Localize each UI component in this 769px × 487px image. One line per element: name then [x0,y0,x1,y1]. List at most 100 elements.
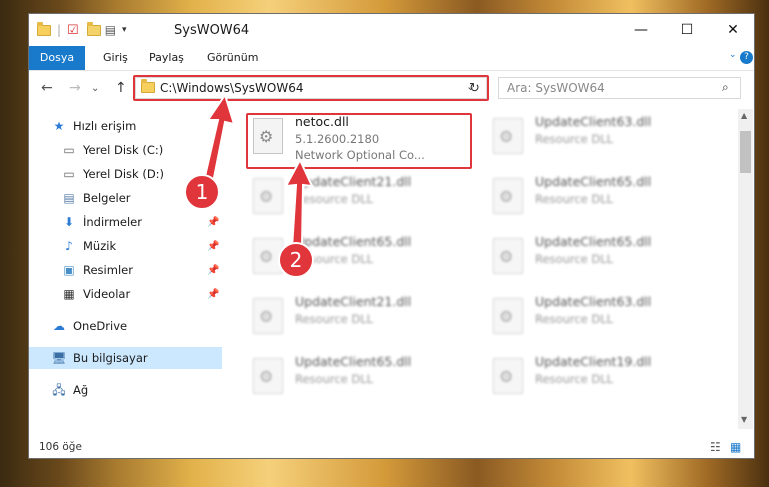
file-description: Resource DLL [535,252,614,266]
dll-file-icon [253,298,283,334]
nav-item-onedrive[interactable]: ☁ OneDrive [29,315,222,337]
ribbon-tabs: Dosya Giriş Paylaş Görünüm ⌄ ? [29,46,754,71]
tab-paylas[interactable]: Paylaş [139,46,194,70]
close-button[interactable]: ✕ [710,14,756,46]
tab-giris[interactable]: Giriş [93,46,138,70]
nav-item-videos[interactable]: ▦ Videolar 📌 [29,283,222,305]
help-icon[interactable]: ? [740,51,753,64]
explorer-window: | ☑ ▤ ▾ SysWOW64 — ☐ ✕ Dosya Giriş Payla… [28,13,755,459]
dll-file-icon [253,178,283,214]
dll-file-icon [493,118,523,154]
nav-item-pictures[interactable]: ▣ Resimler 📌 [29,259,222,281]
nav-item-label: Bu bilgisayar [73,351,148,365]
dll-file-icon [493,358,523,394]
file-description: Resource DLL [535,312,614,326]
search-input[interactable]: Ara: SysWOW64 ⌕ [498,77,741,99]
nav-item-downloads[interactable]: ⬇ İndirmeler 📌 [29,211,222,233]
folder-icon [37,21,51,36]
pin-icon[interactable]: 📌 [207,289,219,300]
file-description: Resource DLL [535,132,614,146]
scroll-up-icon[interactable]: ▲ [741,111,747,120]
back-arrow-icon[interactable]: ← [41,80,53,96]
picture-icon: ▣ [63,263,75,277]
film-icon: ▦ [63,287,75,301]
file-name: UpdateClient19.dll [535,354,652,369]
large-icons-view-icon[interactable]: ▦ [730,440,741,454]
dll-file-icon [493,178,523,214]
file-highlight-box [246,113,472,169]
file-name: UpdateClient65.dll [295,354,412,369]
nav-item-label: Yerel Disk (D:) [83,167,165,181]
search-placeholder: Ara: SysWOW64 [507,81,605,95]
tab-gorunum[interactable]: Görünüm [197,46,268,70]
file-tile[interactable]: UpdateClient65.dll Resource DLL [487,172,713,224]
file-name: UpdateClient21.dll [295,174,412,189]
nav-item-network[interactable]: 🖧 Ağ [29,379,222,401]
file-name: UpdateClient21.dll [295,294,412,309]
file-tile[interactable]: UpdateClient63.dll Resource DLL [487,292,713,344]
nav-item-label: Müzik [83,239,117,253]
item-count: 106 öğe [39,441,82,453]
drive-icon: ▭ [63,143,75,157]
marker-two: 2 [278,242,314,278]
file-tile[interactable]: UpdateClient65.dll Resource DLL [487,232,713,284]
nav-item-this-pc[interactable]: 🖥 Bu bilgisayar [29,347,222,369]
dll-file-icon [493,298,523,334]
vertical-scrollbar[interactable]: ▲ ▼ [738,109,753,429]
nav-item-label: Belgeler [83,191,131,205]
search-icon[interactable]: ⌕ [722,80,729,95]
forward-arrow-icon[interactable]: → [69,80,81,96]
details-view-icon[interactable]: ☷ [710,440,721,454]
pin-icon[interactable]: 📌 [207,217,219,228]
nav-item-label: Yerel Disk (C:) [83,143,164,157]
nav-item-music[interactable]: ♪ Müzik 📌 [29,235,222,257]
nav-item-local-disk-c[interactable]: ▭ Yerel Disk (C:) [29,139,222,161]
file-name: UpdateClient65.dll [535,174,652,189]
chevron-down-icon[interactable]: ▾ [122,25,127,35]
minimize-button[interactable]: — [618,14,664,46]
drive-icon: ▭ [63,167,75,181]
address-row: ← → ⌄ ↑ C:\Windows\SysWOW64 ⌄ ↻ Ara: Sys… [29,70,754,106]
file-tile[interactable]: UpdateClient65.dll Resource DLL [247,352,473,404]
new-folder-icon[interactable] [86,21,101,36]
nav-item-quick-access[interactable]: ★ Hızlı erişim [29,115,222,137]
cloud-icon: ☁ [53,319,65,333]
up-arrow-icon[interactable]: ↑ [115,80,127,96]
quick-access-toolbar: | ☑ ▤ ▾ [37,21,127,38]
tab-dosya[interactable]: Dosya [29,46,85,70]
file-tile[interactable]: UpdateClient21.dll Resource DLL [247,292,473,344]
scrollbar-thumb[interactable] [740,131,751,173]
file-tile[interactable]: UpdateClient19.dll Resource DLL [487,352,713,404]
scroll-down-icon[interactable]: ▼ [741,415,747,424]
file-name: UpdateClient63.dll [535,294,652,309]
file-description: Resource DLL [295,372,374,386]
document-icon: ▤ [63,191,75,205]
customize-icon[interactable]: ▤ [105,23,116,37]
file-name: UpdateClient65.dll [295,234,412,249]
window-title: SysWOW64 [174,23,250,38]
properties-icon[interactable]: ☑ [67,23,79,38]
download-arrow-icon: ⬇ [63,215,75,229]
nav-item-label: Videolar [83,287,131,301]
title-bar: | ☑ ▤ ▾ SysWOW64 — ☐ ✕ [29,14,754,46]
maximize-button[interactable]: ☐ [664,14,710,46]
separator: | [57,23,62,37]
file-description: Resource DLL [535,372,614,386]
dll-file-icon [493,238,523,274]
file-tile[interactable]: UpdateClient21.dll Resource DLL [247,172,473,224]
network-icon: 🖧 [52,383,66,397]
chevron-down-icon[interactable]: ⌄ [91,83,99,94]
dll-file-icon [253,358,283,394]
star-icon: ★ [53,119,65,133]
nav-item-label: Hızlı erişim [73,119,137,133]
file-tile[interactable]: UpdateClient63.dll Resource DLL [487,112,713,164]
navigation-pane: ★ Hızlı erişim ▭ Yerel Disk (C:) ▭ Yerel… [29,109,222,429]
computer-icon: 🖥 [51,351,67,365]
expand-ribbon-icon[interactable]: ⌄ [729,50,737,60]
music-note-icon: ♪ [65,239,73,253]
pin-icon[interactable]: 📌 [207,265,219,276]
pin-icon[interactable]: 📌 [207,241,219,252]
file-name: UpdateClient65.dll [535,234,652,249]
nav-item-label: İndirmeler [83,215,142,229]
file-description: Resource DLL [295,192,374,206]
